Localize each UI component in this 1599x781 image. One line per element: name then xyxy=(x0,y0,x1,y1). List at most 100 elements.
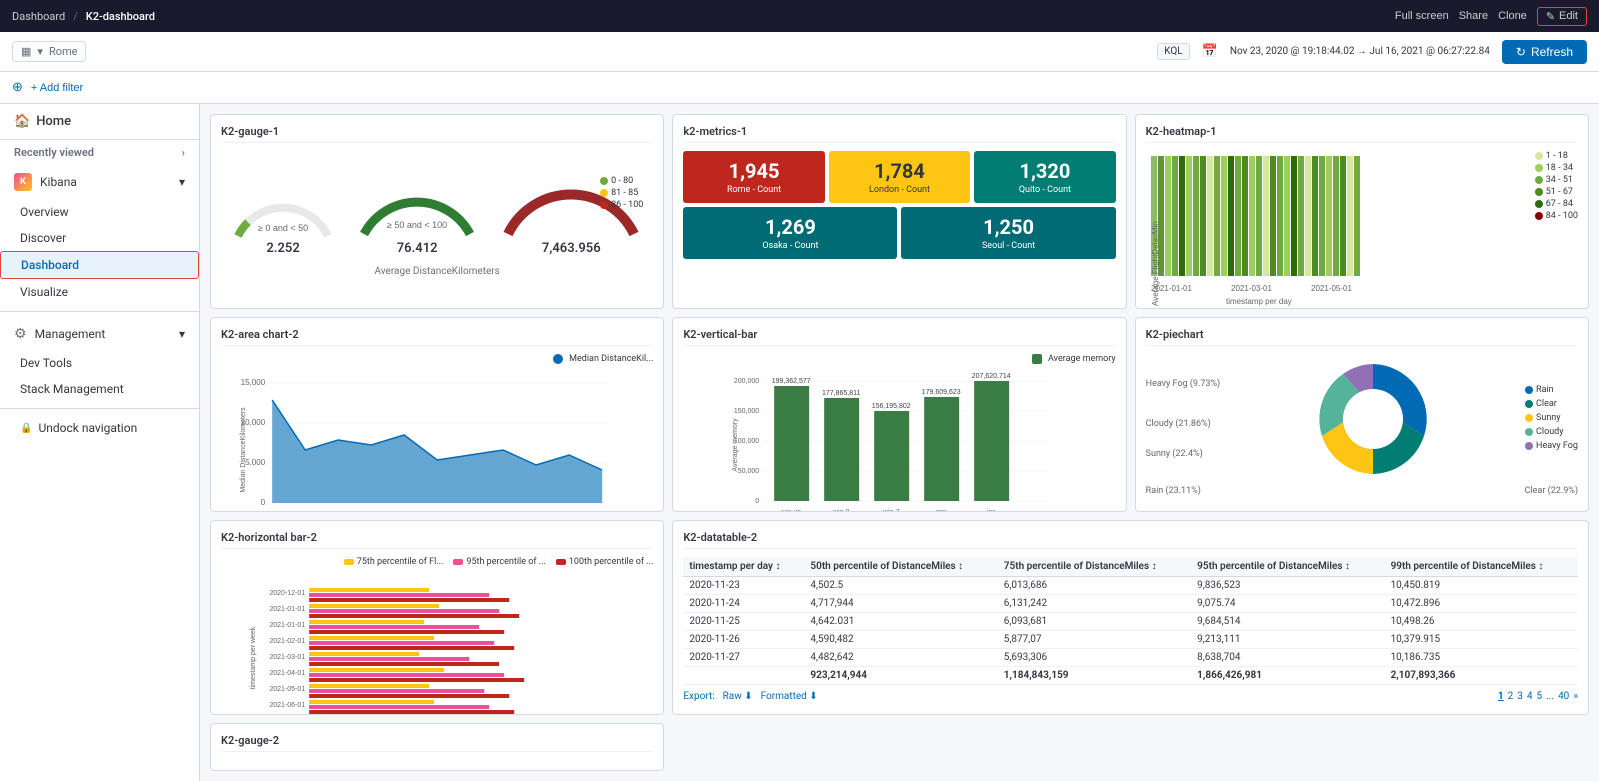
table-cell: 1,184,843,159 xyxy=(998,667,1191,685)
svg-text:win 7: win 7 xyxy=(882,509,899,512)
sidebar-item-dashboard[interactable]: Dashboard xyxy=(0,251,199,279)
svg-text:Median DistanceKilometers: Median DistanceKilometers xyxy=(240,407,247,493)
lock-icon: 🔒 xyxy=(20,423,32,434)
svg-text:2021-05-01: 2021-05-01 xyxy=(1311,284,1352,293)
table-cell: 10,379.915 xyxy=(1385,631,1578,649)
search-box[interactable]: ▦ ▾ Rome xyxy=(12,41,86,62)
sidebar-item-visualize[interactable]: Visualize xyxy=(0,279,199,305)
fullscreen-button[interactable]: Full screen xyxy=(1395,10,1449,22)
refresh-icon: ↻ xyxy=(1516,45,1526,59)
svg-text:2021-02-01: 2021-02-01 xyxy=(269,638,305,645)
table-cell: 10,498.26 xyxy=(1385,613,1578,631)
hbar-leg-100: 100th percentile of ... xyxy=(569,557,654,567)
gauge-legend: 0 - 80 81 - 85 86 - 100 xyxy=(600,176,643,212)
add-filter-button[interactable]: + Add filter xyxy=(31,82,83,94)
svg-text:177,865,811: 177,865,811 xyxy=(822,390,861,397)
sidebar-item-discover[interactable]: Discover xyxy=(0,225,199,251)
table-cell: 2020-11-23 xyxy=(683,577,804,595)
page-40[interactable]: 40 xyxy=(1558,691,1569,702)
page-1[interactable]: 1 xyxy=(1498,691,1504,702)
page-4[interactable]: 4 xyxy=(1527,691,1533,702)
svg-text:osx: osx xyxy=(936,509,947,512)
breadcrumb-separator: / xyxy=(73,10,78,23)
search-bar: ▦ ▾ Rome KQL 📅 Nov 23, 2020 @ 19:18:44.0… xyxy=(0,32,1599,72)
pie-title: K2-piechart xyxy=(1146,328,1578,346)
export-formatted[interactable]: Formatted ⬇ xyxy=(761,691,818,702)
breadcrumb-dashboard[interactable]: Dashboard xyxy=(12,10,65,23)
gauge-2-value: 76.412 xyxy=(352,241,482,256)
sidebar-item-home[interactable]: 🏠 Home xyxy=(0,104,199,140)
calendar-icon: 📅 xyxy=(1202,44,1218,59)
svg-text:Average memory: Average memory xyxy=(732,418,739,472)
metric-osaka-value: 1,269 xyxy=(691,215,889,239)
page-next[interactable]: » xyxy=(1573,691,1578,702)
clone-button[interactable]: Clone xyxy=(1498,10,1527,22)
pie-label-rain: Rain (23.11%) xyxy=(1146,486,1201,496)
area-title: K2-area chart-2 xyxy=(221,328,653,346)
sidebar-kibana-section[interactable]: K Kibana ▾ xyxy=(0,165,199,199)
col-timestamp: timestamp per day ↕ xyxy=(683,557,804,577)
sidebar-item-overview[interactable]: Overview xyxy=(0,199,199,225)
hm-leg-5: 67 - 84 xyxy=(1546,199,1573,209)
sidebar-item-undock[interactable]: 🔒 Undock navigation xyxy=(0,415,199,441)
heatmap-panel: K2-heatmap-1 xyxy=(1135,114,1589,309)
svg-text:0: 0 xyxy=(756,498,760,505)
sidebar-item-devtools[interactable]: Dev Tools xyxy=(0,350,199,376)
hm-leg-6: 84 - 100 xyxy=(1546,211,1578,221)
metric-seoul-label: Seoul - Count xyxy=(909,241,1107,251)
metrics-top-row: 1,945 Rome - Count 1,784 London - Count … xyxy=(683,151,1115,203)
table-cell: 10,472.896 xyxy=(1385,595,1578,613)
svg-text:Average FlightDelayMin: Average FlightDelayMin xyxy=(1151,221,1160,306)
col-50th: 50th percentile of DistanceMiles ↕ xyxy=(804,557,997,577)
sidebar-recently-viewed[interactable]: Recently viewed › xyxy=(0,140,199,165)
edit-button[interactable]: ✎ Edit xyxy=(1537,7,1587,26)
export-raw[interactable]: Raw ⬇ xyxy=(723,691,753,702)
vbar-panel: K2-vertical-bar Average memory 200,000 1… xyxy=(672,317,1126,512)
pie-leg-cloudy: Cloudy xyxy=(1536,427,1563,437)
table-row: 2020-11-234,502.56,013,6869,836,52310,45… xyxy=(683,577,1578,595)
table-cell: 4,717,944 xyxy=(804,595,997,613)
kibana-icon: K xyxy=(14,173,32,191)
metric-rome: 1,945 Rome - Count xyxy=(683,151,824,203)
svg-text:156,195,802: 156,195,802 xyxy=(872,403,911,410)
sidebar-item-stack[interactable]: Stack Management xyxy=(0,376,199,402)
metric-london-value: 1,784 xyxy=(837,159,962,183)
metric-quito-label: Quito - Count xyxy=(982,185,1107,195)
page-2[interactable]: 2 xyxy=(1508,691,1514,702)
table-row: 2020-11-254,642.0316,093,6819,684,51410,… xyxy=(683,613,1578,631)
svg-text:2021-03-01: 2021-03-01 xyxy=(1231,284,1272,293)
overview-label: Overview xyxy=(20,205,69,219)
metric-rome-value: 1,945 xyxy=(691,159,816,183)
pie-label-clear: Clear (22.9%) xyxy=(1525,486,1578,496)
devtools-label: Dev Tools xyxy=(20,356,72,370)
export-links: Export: Raw ⬇ Formatted ⬇ xyxy=(683,691,817,702)
hbar-leg-75: 75th percentile of Fl... xyxy=(357,557,444,567)
sidebar-divider xyxy=(0,311,199,312)
gauge-panel: K2-gauge-1 0 - 80 81 - 85 86 - 100 ≥ 0 a… xyxy=(210,114,664,309)
gauge2-title: K2-gauge-2 xyxy=(221,734,653,752)
dashboard-label: Dashboard xyxy=(21,258,79,272)
hbar-svg: 2020-12-01 2021-01-01 2021-01-01 2021-02… xyxy=(221,573,653,715)
stack-label: Stack Management xyxy=(20,382,124,396)
metric-rome-label: Rome - Count xyxy=(691,185,816,195)
table-footer: Export: Raw ⬇ Formatted ⬇ 1 2 3 4 5 ... … xyxy=(683,691,1578,702)
date-range: Nov 23, 2020 @ 19:18:44.02 → Jul 16, 202… xyxy=(1230,46,1490,57)
kql-badge[interactable]: KQL xyxy=(1157,43,1189,60)
table-cell: 2020-11-27 xyxy=(683,649,804,667)
pie-label-heavyfog: Heavy Fog (9.73%) xyxy=(1146,379,1221,389)
table-cell: 10,450.819 xyxy=(1385,577,1578,595)
page-3[interactable]: 3 xyxy=(1517,691,1523,702)
share-button[interactable]: Share xyxy=(1459,10,1488,22)
table-cell: 9,684,514 xyxy=(1191,613,1384,631)
table-cell: 6,093,681 xyxy=(998,613,1191,631)
sidebar-management-section[interactable]: ⚙ Management ▾ xyxy=(0,318,199,350)
page-5[interactable]: 5 xyxy=(1537,691,1543,702)
gauge-1-value: 2.252 xyxy=(228,241,338,256)
refresh-button[interactable]: ↻ Refresh xyxy=(1502,40,1587,64)
table-cell: 8,638,704 xyxy=(1191,649,1384,667)
table-cell: 2,107,893,366 xyxy=(1385,667,1578,685)
metric-seoul: 1,250 Seoul - Count xyxy=(901,207,1115,259)
pie-label-sunny: Sunny (22.4%) xyxy=(1146,449,1221,459)
svg-text:timestamp per week: timestamp per week xyxy=(250,626,257,689)
discover-label: Discover xyxy=(20,231,66,245)
